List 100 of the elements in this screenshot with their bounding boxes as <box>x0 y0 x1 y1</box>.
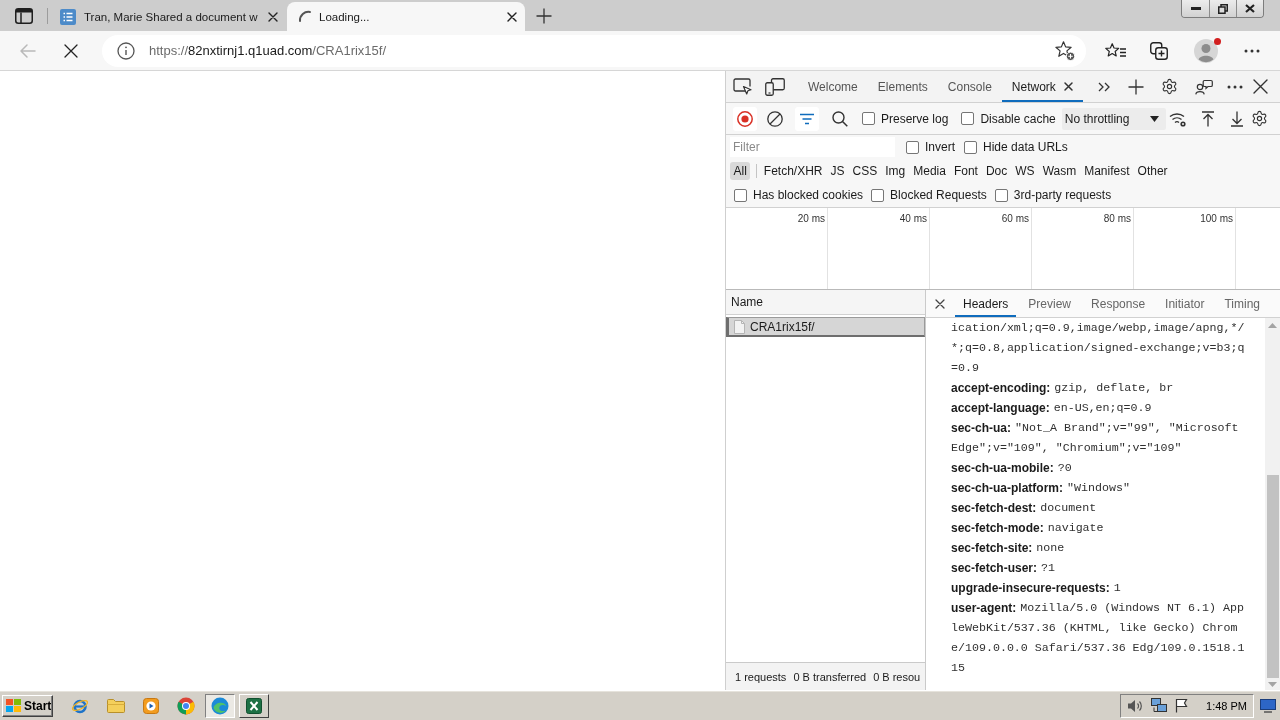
checkbox[interactable] <box>871 188 885 202</box>
time-tick-label: 100 ms <box>1200 213 1233 224</box>
request-header: upgrade-insecure-requests: 1 <box>951 580 1122 597</box>
request-header: sec-ch-ua-mobile: ?0 <box>951 460 1073 477</box>
checkbox[interactable] <box>964 140 977 154</box>
media-player-icon[interactable] <box>143 697 159 714</box>
column-header[interactable]: Name <box>726 290 925 315</box>
star-list-icon[interactable] <box>1105 43 1126 58</box>
status-text: 1 requests <box>735 670 787 683</box>
checkbox[interactable] <box>734 188 747 202</box>
plus-icon[interactable] <box>536 7 552 24</box>
devtools-tab[interactable]: Elements <box>867 71 938 102</box>
devtools-tab[interactable]: Welcome <box>798 71 868 102</box>
plus-icon[interactable] <box>1128 78 1144 95</box>
detail-tab[interactable]: Preview <box>1020 290 1080 317</box>
type-filter[interactable]: JS <box>827 162 849 180</box>
minimize-button[interactable] <box>1182 0 1209 17</box>
type-filter[interactable]: Doc <box>982 162 1011 180</box>
desktop-icon[interactable] <box>1260 698 1276 713</box>
type-filter[interactable]: Media <box>909 162 950 180</box>
request-header: sec-fetch-user: ?1 <box>951 560 1056 577</box>
devtools-tab[interactable]: Console <box>937 71 1002 102</box>
request-row[interactable]: CRA1rix15f/ <box>726 317 925 337</box>
throttling-select[interactable]: No throttling <box>1061 107 1166 130</box>
detail-tab[interactable]: Response <box>1083 290 1154 317</box>
address-field[interactable]: https://82nxtirnj1.q1uad.com/CRA1rix15f/ <box>102 34 1086 67</box>
clock-time[interactable]: 1:48 PM <box>1206 699 1247 712</box>
time-tick-label: 20 ms <box>797 213 825 224</box>
filter-button[interactable] <box>795 106 819 131</box>
wifi-gear-icon[interactable] <box>1169 110 1186 127</box>
avatar-icon[interactable] <box>1194 38 1218 63</box>
info-icon[interactable] <box>117 41 135 60</box>
panel-icon[interactable] <box>14 7 33 24</box>
detail-tab[interactable]: Initiator <box>1157 290 1213 317</box>
cursor-box-icon[interactable] <box>733 78 752 95</box>
request-header: accept-language: en-US,en;q=0.9 <box>951 400 1153 417</box>
type-filter[interactable]: Manifest <box>1080 162 1134 180</box>
settings-icon[interactable] <box>1161 78 1178 95</box>
browser-tab[interactable]: Loading... <box>287 2 525 31</box>
type-filter[interactable]: Img <box>881 162 909 180</box>
download-icon[interactable] <box>1230 110 1244 127</box>
flag-logo-icon <box>6 699 21 712</box>
start-button[interactable]: Start <box>2 694 53 717</box>
close-icon[interactable] <box>1253 79 1268 94</box>
scrollbar-thumb[interactable] <box>1266 475 1279 678</box>
type-filter[interactable]: CSS <box>849 162 881 180</box>
type-filter[interactable]: All <box>730 162 751 180</box>
checkbox-label: 3rd-party requests <box>1013 188 1112 202</box>
wave-logo-icon[interactable] <box>211 696 229 715</box>
search-icon[interactable] <box>832 110 848 127</box>
checkbox[interactable] <box>862 112 875 125</box>
checkbox[interactable] <box>961 112 975 125</box>
minimize-icon <box>1190 7 1201 10</box>
browser-tab[interactable]: Tran, Marie Shared a document w <box>48 2 286 31</box>
upload-icon[interactable] <box>1201 110 1215 127</box>
close-icon[interactable] <box>1063 82 1073 91</box>
type-filter[interactable]: Other <box>1134 162 1172 180</box>
more-icon[interactable] <box>1244 48 1260 53</box>
checkbox-label: Preserve log <box>881 111 949 126</box>
squares-plus-icon[interactable] <box>1150 41 1168 60</box>
close-icon <box>1245 4 1255 13</box>
checkbox-label: Blocked Requests <box>890 188 987 202</box>
star-plus-icon[interactable] <box>1055 40 1075 61</box>
restore-button[interactable] <box>1209 0 1236 17</box>
settings-icon[interactable] <box>1251 110 1268 127</box>
url-text: https://82nxtirnj1.q1uad.com/CRA1rix15f/ <box>149 43 387 58</box>
checkbox[interactable] <box>994 188 1008 202</box>
checkbox[interactable] <box>906 140 919 154</box>
status-text: 0 B transferred <box>793 670 867 683</box>
x-tile-icon[interactable] <box>246 697 262 714</box>
more-icon[interactable] <box>1227 84 1243 89</box>
type-filter[interactable]: Wasm <box>1039 162 1080 180</box>
restore-icon <box>1218 3 1228 14</box>
filter-input[interactable]: Filter <box>730 137 895 157</box>
type-filter[interactable]: WS <box>1011 162 1039 180</box>
devices-icon[interactable] <box>765 77 785 96</box>
timeline-overview[interactable]: 20 ms 40 ms 60 ms 80 ms 100 ms <box>726 208 1280 290</box>
file-icon <box>734 319 745 334</box>
caret-icon <box>1149 115 1159 122</box>
request-header: accept-encoding: gzip, deflate, br <box>951 380 1175 397</box>
close-button[interactable] <box>1236 0 1263 17</box>
speaker-icon[interactable] <box>1127 698 1144 713</box>
chevrons-right-icon[interactable] <box>1098 81 1110 92</box>
filter-lines-icon <box>799 112 815 125</box>
close-icon[interactable] <box>507 11 517 22</box>
flag-icon[interactable] <box>1175 698 1189 713</box>
type-filter[interactable]: Fetch/XHR <box>760 162 827 180</box>
ring-logo-icon[interactable] <box>177 696 195 715</box>
close-icon[interactable] <box>268 11 278 22</box>
detail-tab[interactable]: Timing <box>1216 290 1268 317</box>
close-icon[interactable] <box>64 43 78 58</box>
checkbox-label: Invert <box>925 140 955 154</box>
request-header: sec-ch-ua: "Not_A Brand";v="99", "Microsoft Edge";v="109", "Chromium";v="109" <box>951 420 1240 456</box>
close-icon[interactable] <box>935 298 945 309</box>
circle-slash-icon[interactable] <box>767 110 783 127</box>
network-icon[interactable] <box>1151 698 1168 713</box>
person-chat-icon[interactable] <box>1195 78 1213 95</box>
time-tick-label: 80 ms <box>1103 213 1131 224</box>
type-filter[interactable]: Font <box>950 162 982 180</box>
scrollbar[interactable] <box>1265 318 1280 690</box>
